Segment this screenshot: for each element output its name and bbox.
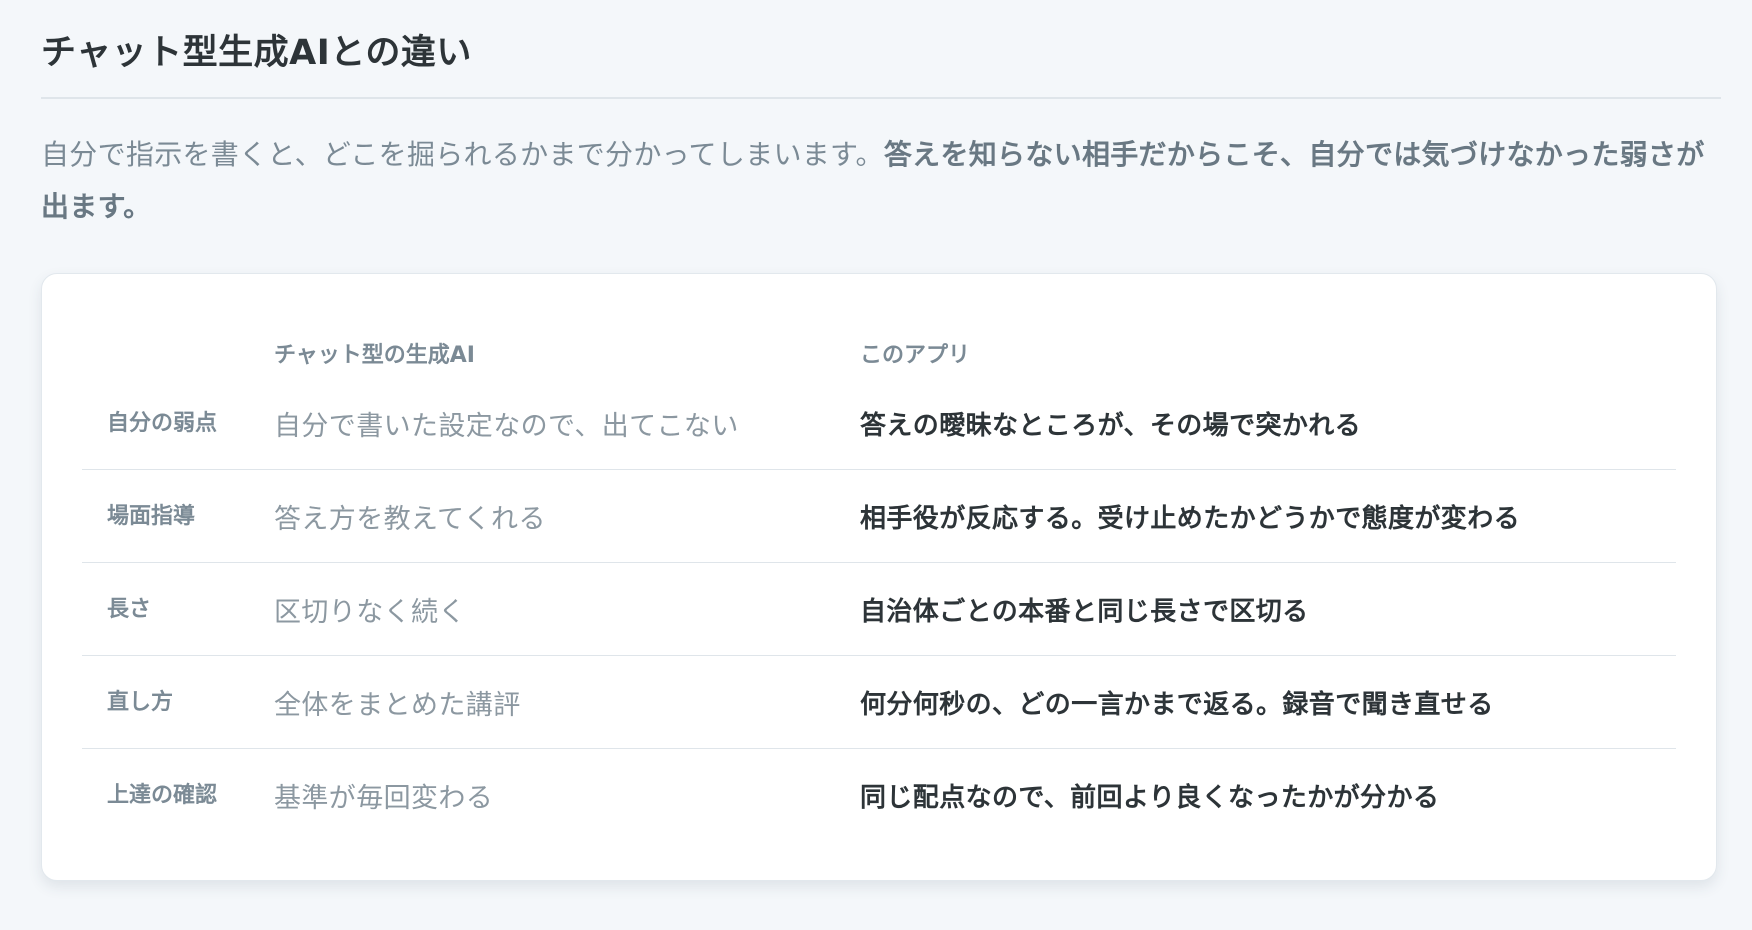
comparison-section: チャット型生成AIとの違い 自分で指示を書くと、どこを掘られるかまで分かってしま…: [41, 0, 1721, 261]
app-cell: 同じ配点なので、前回より良くなったかが分かる: [860, 782, 1440, 813]
lead-paragraph: 自分で指示を書くと、どこを掘られるかまで分かってしまいます。答えを知らない相手だ…: [41, 129, 1721, 233]
app-cell: 相手役が反応する。受け止めたかどうかで態度が変わる: [860, 469, 1676, 563]
table-row: 場面指導 答え方を教えてくれる 相手役が反応する。受け止めたかどうかで態度が変わ…: [82, 469, 1676, 563]
header-chat-ai: チャット型の生成AI: [274, 343, 475, 368]
table-row: 直し方 全体をまとめた講評 何分何秒の、どの一言かまで返る。録音で聞き直せる: [82, 655, 1676, 749]
row-label: 自分の弱点: [82, 377, 274, 470]
comparison-table: チャット型の生成AI このアプリ 自分の弱点 自分で書いた設定なので、出てこない…: [82, 329, 1676, 841]
header-label: [82, 329, 274, 377]
table-header-row: チャット型の生成AI このアプリ: [82, 329, 1676, 377]
table-row: 自分の弱点 自分で書いた設定なので、出てこない 答えの曖昧なところが、その場で突…: [82, 377, 1676, 470]
row-label: 場面指導: [82, 469, 274, 563]
header-this-app: このアプリ: [860, 343, 971, 368]
app-cell: 自治体ごとの本番と同じ長さで区切る: [860, 562, 1676, 656]
chat-ai-cell: 全体をまとめた講評: [274, 655, 860, 749]
chat-ai-cell: 基準が毎回変わる: [274, 782, 494, 814]
table-row: 上達の確認 基準が毎回変わる 同じ配点なので、前回より良くなったかが分かる: [82, 749, 1676, 842]
table-row: 長さ 区切りなく続く 自治体ごとの本番と同じ長さで区切る: [82, 562, 1676, 656]
chat-ai-cell: 自分で書いた設定なので、出てこない: [274, 377, 860, 470]
lead-text: 自分で指示を書くと、どこを掘られるかまで分かってしまいます。: [41, 138, 884, 171]
comparison-card: チャット型の生成AI このアプリ 自分の弱点 自分で書いた設定なので、出てこない…: [41, 273, 1717, 881]
app-cell: 答えの曖昧なところが、その場で突かれる: [860, 377, 1676, 470]
app-cell: 何分何秒の、どの一言かまで返る。録音で聞き直せる: [860, 655, 1676, 749]
row-label: 直し方: [82, 655, 274, 749]
row-label: 上達の確認: [107, 783, 218, 808]
section-title: チャット型生成AIとの違い: [41, 0, 1721, 99]
chat-ai-cell: 答え方を教えてくれる: [274, 469, 860, 563]
chat-ai-cell: 区切りなく続く: [274, 562, 860, 656]
row-label: 長さ: [82, 562, 274, 656]
